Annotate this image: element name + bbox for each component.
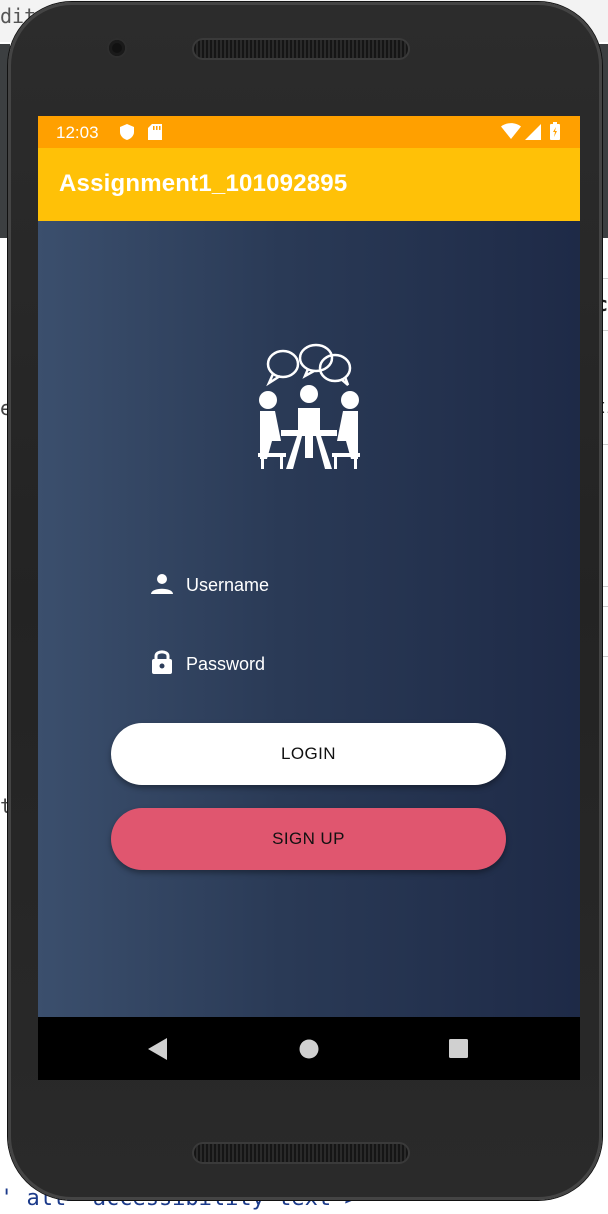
recents-icon[interactable] [449,1039,468,1063]
person-icon [151,573,173,600]
lock-icon [151,649,173,680]
app-title: Assignment1_101092895 [59,170,348,197]
password-field[interactable]: Password [151,644,471,684]
status-time: 12:03 [56,123,99,142]
shield-icon [120,124,134,145]
login-button[interactable]: LOGIN [111,723,506,785]
home-icon[interactable] [299,1039,319,1064]
username-placeholder: Username [186,575,270,595]
back-icon[interactable] [148,1038,168,1065]
device-screen: 12:03 Assignment1_101092895 Username Pas… [38,116,580,1080]
login-screen: Username Password LOGIN SIGN UP [38,221,580,1017]
cell-signal-icon [525,124,541,145]
battery-icon [550,122,560,145]
top-speaker [194,40,408,58]
phone-frame: 12:03 Assignment1_101092895 Username Pas… [8,2,602,1200]
meeting-people-chat-icon [253,341,363,471]
bottom-speaker [194,1144,408,1162]
signup-button[interactable]: SIGN UP [111,808,506,870]
front-camera [109,40,125,56]
password-placeholder: Password [186,654,266,674]
navigation-bar [38,1017,580,1080]
sd-card-icon [148,124,162,145]
app-bar: Assignment1_101092895 [38,148,580,221]
status-bar: 12:03 [38,116,580,148]
wifi-icon [501,123,521,144]
username-field[interactable]: Username [151,565,471,605]
